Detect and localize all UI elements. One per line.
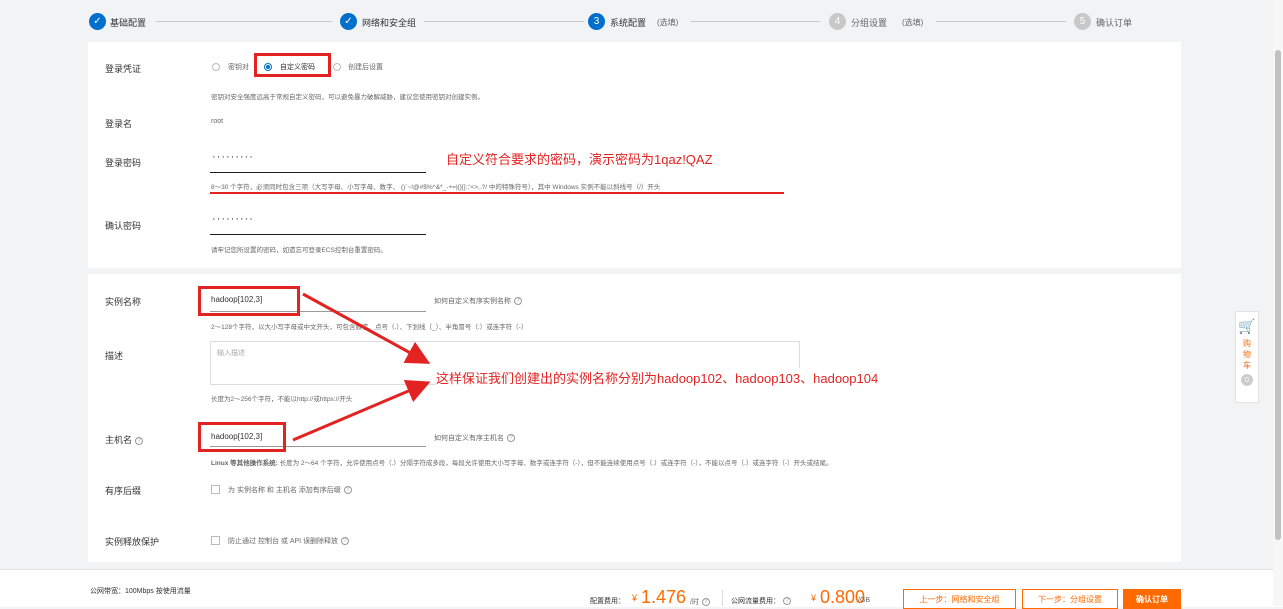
- config-fee-value: 1.476: [641, 587, 687, 607]
- traffic-fee-currency: ¥: [811, 593, 817, 603]
- traffic-fee-label: 公网流量费用：?: [731, 596, 791, 606]
- scrollbar-thumb[interactable]: [1275, 50, 1281, 540]
- config-fee-label: 配置费用：: [590, 598, 625, 605]
- config-fee-currency: ¥: [632, 593, 638, 603]
- cart-count-badge: 0: [1241, 374, 1253, 386]
- cart-icon[interactable]: 🛒: [1236, 318, 1258, 334]
- cart-float[interactable]: 🛒 购物车 0: [1235, 311, 1259, 403]
- cart-label[interactable]: 购物车: [1242, 338, 1252, 371]
- bandwidth-text: 公网带宽：100Mbps 按使用流量: [90, 588, 191, 595]
- traffic-fee-unit: /GB: [858, 597, 871, 604]
- help-icon[interactable]: ?: [701, 598, 710, 607]
- annotation-name-note: 这样保证我们创建出的实例名称分别为hadoop102、hadoop103、had…: [436, 368, 879, 387]
- footer-bar: 公网带宽：100Mbps 按使用流量 配置费用： ¥ 1.476 /时? 公网流…: [0, 569, 1283, 609]
- prev-step-button[interactable]: 上一步：网络和安全组: [903, 589, 1016, 609]
- next-step-button[interactable]: 下一步：分组设置: [1022, 589, 1118, 609]
- confirm-order-button[interactable]: 确认订单: [1123, 589, 1181, 609]
- annotation-arrows: [292, 292, 431, 442]
- annotation-arrow-instance-name: [302, 292, 431, 364]
- help-icon[interactable]: ?: [783, 597, 791, 606]
- annotation-arrow-hostname: [292, 379, 431, 442]
- fee-divider: [722, 590, 723, 606]
